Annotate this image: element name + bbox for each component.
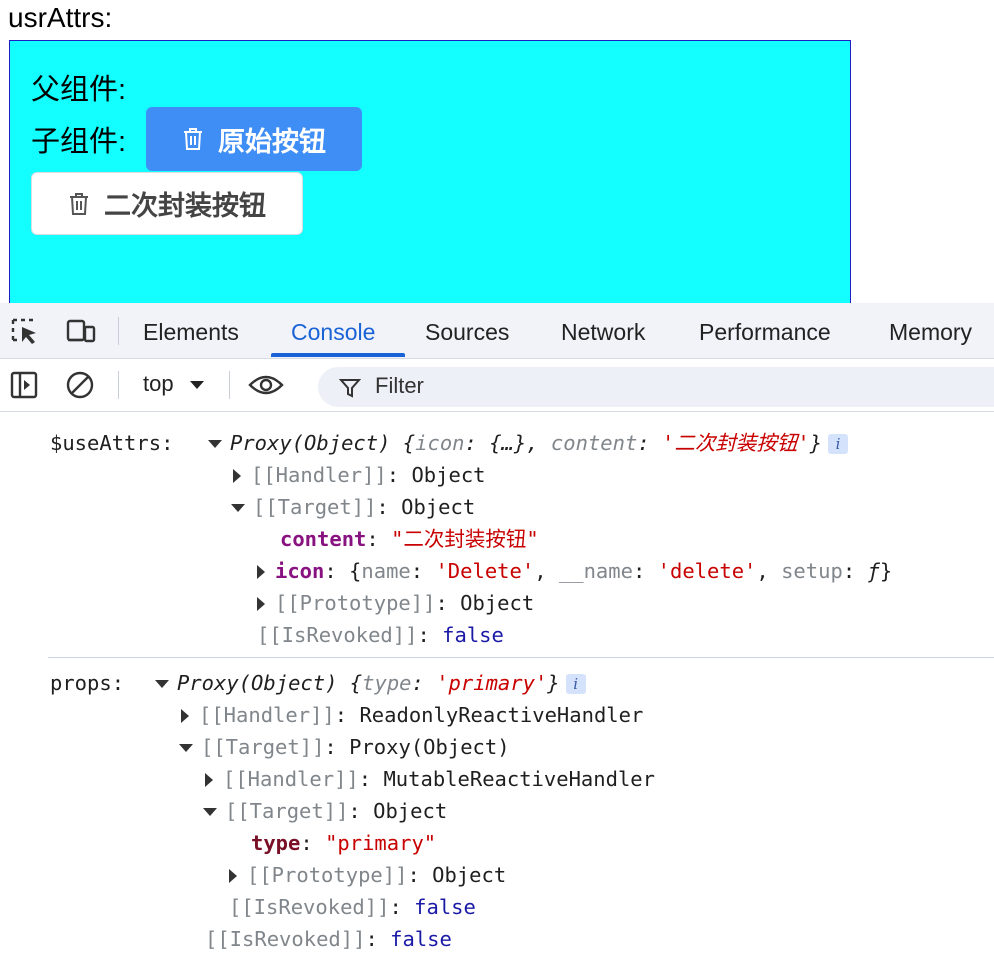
wrapped-button-label: 二次封装按钮 — [104, 191, 266, 221]
tree-node-target[interactable]: [[Target]]: Object — [231, 493, 475, 521]
active-tab-indicator — [271, 353, 405, 357]
toolbar-divider — [229, 371, 230, 399]
tree-node-handler[interactable]: [[Handler]]: ReadonlyReactiveHandler — [181, 701, 643, 729]
property-isrevoked: [[IsRevoked]]: false — [205, 927, 452, 951]
tree-node-inner-target[interactable]: [[Target]]: Object — [203, 797, 447, 825]
console-label: $useAttrs: — [50, 431, 174, 455]
sidebar-toggle-icon[interactable] — [10, 371, 40, 399]
property-type: type: "primary" — [251, 831, 437, 855]
delete-icon — [70, 192, 88, 215]
property-inner-isrevoked: [[IsRevoked]]: false — [229, 895, 476, 919]
property-content: content: "二次封装按钮" — [280, 527, 539, 551]
device-toolbar-icon[interactable] — [66, 317, 96, 345]
console-object-root[interactable]: Proxy(Object) {type: 'primary'} i — [155, 669, 586, 697]
tree-node-handler[interactable]: [[Handler]]: Object — [233, 461, 486, 489]
toolbar-divider — [118, 317, 119, 345]
original-button-label: 原始按钮 — [218, 126, 326, 157]
toolbar-divider — [118, 371, 119, 399]
clear-console-icon[interactable] — [66, 371, 96, 399]
tab-elements[interactable]: Elements — [143, 319, 239, 346]
chevron-down-icon — [189, 381, 204, 390]
page-title: usrAttrs: — [8, 2, 113, 33]
child-label: 子组件: — [31, 126, 127, 158]
filter-placeholder: Filter — [375, 373, 424, 398]
tab-performance[interactable]: Performance — [699, 319, 831, 346]
tree-node-prototype[interactable]: [[Prototype]]: Object — [229, 861, 506, 889]
console-object-root[interactable]: Proxy(Object) {icon: {…}, content: '二次封装… — [208, 429, 849, 457]
devtools-tabbar: Elements Console Sources Network Perform… — [0, 303, 994, 359]
context-value: top — [143, 371, 174, 396]
tree-node-inner-handler[interactable]: [[Handler]]: MutableReactiveHandler — [205, 765, 655, 793]
tab-network[interactable]: Network — [561, 319, 645, 346]
inspect-element-icon[interactable] — [10, 317, 40, 345]
delete-icon — [184, 128, 202, 150]
console-toolbar: top Filter — [0, 359, 994, 412]
tab-memory[interactable]: Memory — [889, 319, 972, 346]
console-label: props: — [50, 671, 125, 695]
tab-sources[interactable]: Sources — [425, 319, 509, 346]
property-isrevoked: [[IsRevoked]]: false — [257, 623, 504, 647]
info-icon: i — [565, 674, 586, 694]
wrapped-button[interactable]: 二次封装按钮 — [31, 172, 303, 235]
console-message-divider — [48, 657, 994, 658]
tree-node-target[interactable]: [[Target]]: Proxy(Object) — [179, 733, 510, 761]
filter-icon — [339, 379, 361, 398]
tree-node-prototype[interactable]: [[Prototype]]: Object — [257, 589, 534, 617]
live-expression-eye-icon[interactable] — [248, 371, 284, 399]
parent-label: 父组件: — [31, 74, 127, 106]
tab-console[interactable]: Console — [291, 319, 375, 346]
info-icon: i — [828, 434, 849, 454]
property-icon[interactable]: icon: {name: 'Delete', __name: 'delete',… — [257, 557, 892, 585]
original-button[interactable]: 原始按钮 — [146, 107, 362, 171]
console-output: $useAttrs: Proxy(Object) {icon: {…}, con… — [0, 413, 994, 968]
context-selector[interactable]: top — [143, 371, 212, 397]
devtools-panel: Elements Console Sources Network Perform… — [0, 303, 994, 968]
